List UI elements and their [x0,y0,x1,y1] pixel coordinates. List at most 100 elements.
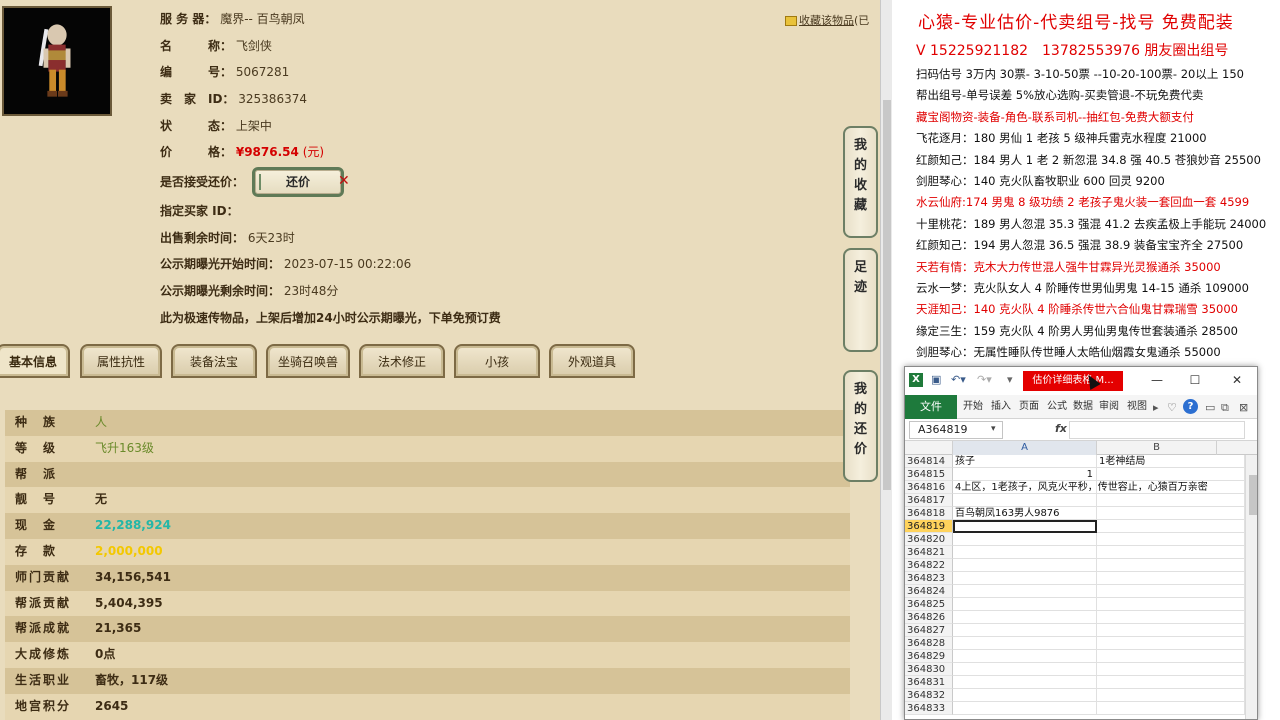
window-minimize-icon[interactable]: ▭ [1205,401,1215,414]
column-header-a[interactable]: A [953,441,1097,455]
cell-b[interactable] [1097,481,1245,494]
cell-a[interactable]: 百鸟朝凤163男人9876 [953,507,1097,520]
minimize-icon[interactable]: — [1145,371,1169,389]
help-icon[interactable]: ? [1183,399,1198,414]
tab-spell-correction[interactable]: 法术修正 [359,344,445,378]
tab-review[interactable]: 审阅 [1099,395,1119,419]
redo-icon[interactable]: ↷▾ [977,373,992,386]
tab-insert[interactable]: 插入 [991,395,1011,419]
row-number[interactable]: 364818 [905,507,953,520]
tab-view[interactable]: 视图 [1127,395,1147,419]
counter-offer-button[interactable]: 还价 [252,167,344,197]
row-number[interactable]: 364832 [905,689,953,702]
save-icon[interactable]: ▣ [931,373,941,386]
row-number[interactable]: 364816 [905,481,953,494]
more-tabs-icon[interactable]: ▸ [1153,401,1159,414]
cell-a[interactable]: 1 [953,468,1097,481]
cell-b[interactable]: 1老神结局 [1097,455,1245,468]
cell-a[interactable] [953,494,1097,507]
tab-children[interactable]: 小孩 [454,344,540,378]
cell-b[interactable] [1097,559,1245,572]
cell-a[interactable] [953,572,1097,585]
maximize-icon[interactable]: ☐ [1183,371,1207,389]
tab-basic-info[interactable]: 基本信息 [0,344,70,378]
tab-formulas[interactable]: 公式 [1047,395,1067,419]
tab-mounts-pets[interactable]: 坐骑召唤兽 [266,344,350,378]
row-number[interactable]: 364824 [905,585,953,598]
row-number[interactable]: 364821 [905,546,953,559]
row-number[interactable]: 364831 [905,676,953,689]
cell-b[interactable] [1097,533,1245,546]
window-restore-icon[interactable]: ⧉ [1221,401,1229,415]
cell-a[interactable] [953,689,1097,702]
cell-a[interactable]: 4上区，1老孩子，风克火平秒，传世容止，心猿百万亲密 [953,481,1208,494]
cell-a[interactable] [953,611,1097,624]
name-box[interactable]: A364819 [909,421,1003,439]
function-icon[interactable]: fx [1055,421,1067,437]
undo-icon[interactable]: ↶▾ [951,373,966,386]
cell-b[interactable] [1097,637,1245,650]
cell-b[interactable] [1097,624,1245,637]
row-number[interactable]: 364820 [905,533,953,546]
close-icon[interactable]: ✕ [1225,371,1249,389]
cell-b[interactable] [1097,468,1245,481]
cell-a[interactable] [953,637,1097,650]
cell-a[interactable] [953,559,1097,572]
tab-page-layout[interactable]: 页面 [1019,395,1039,419]
page-scrollbar[interactable] [880,0,892,720]
cell-b[interactable] [1097,585,1245,598]
cell-b[interactable] [1097,663,1245,676]
tab-home[interactable]: 开始 [963,395,983,419]
formula-input[interactable] [1069,421,1245,439]
cell-a[interactable] [953,676,1097,689]
cell-b[interactable] [1097,676,1245,689]
tab-equipment[interactable]: 装备法宝 [171,344,257,378]
customize-qat-icon[interactable]: ▾ [1007,373,1013,386]
tab-appearance-items[interactable]: 外观道具 [549,344,635,378]
select-all-corner[interactable] [905,441,953,455]
column-header-b[interactable]: B [1097,441,1217,455]
row-number[interactable]: 364815 [905,468,953,481]
cell-a[interactable] [953,702,1097,715]
cell-b[interactable] [1097,546,1245,559]
tab-attributes[interactable]: 属性抗性 [80,344,162,378]
cell-a[interactable]: 孩子 [953,455,1097,468]
cell-b[interactable] [1097,494,1245,507]
chevron-down-icon[interactable]: ▾ [991,421,996,437]
cell-b[interactable] [1097,702,1245,715]
row-number[interactable]: 364827 [905,624,953,637]
cell-a[interactable] [953,585,1097,598]
my-counter-offers-button[interactable]: 我的还价 [843,370,878,482]
cell-a[interactable] [953,598,1097,611]
cell-b[interactable] [1097,572,1245,585]
close-icon[interactable]: ✕ [338,173,350,189]
cell-a[interactable] [953,533,1097,546]
my-favorites-button[interactable]: 我的收藏 [843,126,878,238]
cell-a[interactable] [953,624,1097,637]
cell-b[interactable] [1097,689,1245,702]
cell-b[interactable] [1097,598,1245,611]
collect-link[interactable]: 收藏该物品(已 [785,12,869,28]
cell-b[interactable] [1097,650,1245,663]
cell-b[interactable] [1097,611,1245,624]
cell-a[interactable] [953,650,1097,663]
row-number[interactable]: 364828 [905,637,953,650]
cell-a[interactable] [953,663,1097,676]
excel-titlebar[interactable]: X ▣ ↶▾ ↷▾ ▾ 估价详细表格.M... — ☐ ✕ [905,367,1257,395]
cell-b[interactable] [1097,507,1245,520]
cell-a[interactable] [953,520,1097,533]
row-number[interactable]: 364819 [905,520,953,533]
tab-data[interactable]: 数据 [1073,395,1093,419]
row-number[interactable]: 364830 [905,663,953,676]
row-number[interactable]: 364826 [905,611,953,624]
row-number[interactable]: 364833 [905,702,953,715]
spreadsheet-grid[interactable]: A B 364814 孩子 1老神结局 364815 1 364816 4上区，1老孩子，风… [905,441,1257,719]
tab-file[interactable]: 文件 [905,395,957,419]
history-button[interactable]: 足迹 [843,248,878,352]
sheet-scrollbar[interactable] [1245,455,1257,719]
row-number[interactable]: 364817 [905,494,953,507]
scrollbar-thumb[interactable] [1249,475,1257,515]
row-number[interactable]: 364814 [905,455,953,468]
row-number[interactable]: 364829 [905,650,953,663]
row-number[interactable]: 364822 [905,559,953,572]
